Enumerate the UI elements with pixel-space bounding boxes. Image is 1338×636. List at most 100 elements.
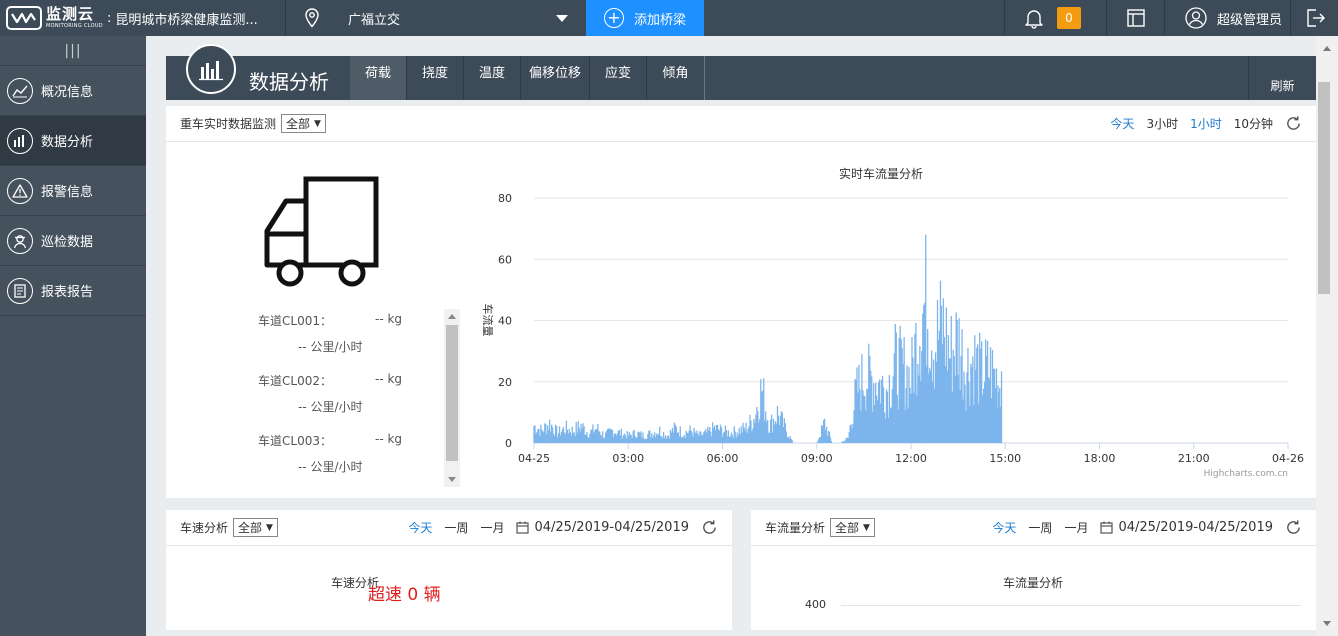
sidebar-item-label: 报表报告 [41,285,94,300]
user-avatar-icon [1185,7,1207,29]
bridge-name: 广福立交 [348,12,401,28]
logout-icon [1306,9,1325,27]
chevron-down-icon: ▼ [863,522,870,533]
scroll-up-icon[interactable] [1323,46,1331,51]
tab-temperature[interactable]: 温度 [464,56,521,100]
top-bar: 监测云 MONITORING CLOUD : 昆明城市桥梁健康监测... 广福立… [0,0,1338,36]
gridline [841,605,1301,606]
notification-button[interactable]: 0 [1004,0,1106,36]
sidebar-collapse-button[interactable]: ||| [0,36,146,66]
notification-badge: 0 [1057,7,1081,29]
page-scrollbar[interactable] [1316,36,1338,636]
sidebar-item-alarm[interactable]: 报警信息 [0,166,146,216]
plus-icon: + [603,8,624,28]
bridge-select[interactable]: 广福立交 [286,0,586,36]
x-tick-label: 12:00 [895,452,927,465]
scroll-down-icon[interactable] [1323,621,1331,626]
calendar-icon [1100,521,1114,534]
bell-icon [1025,10,1043,29]
date-range-text: 04/25/2019-04/25/2019 [1118,520,1273,535]
y-tick-label: 60 [498,253,512,266]
refresh-label: 刷新 [1270,79,1295,93]
filter-today[interactable]: 今天 [992,519,1016,536]
x-tick-label: 04-26 [1272,452,1304,465]
speed-analysis-panel: 车速分析 全部 ▼ 今天 一周 一月 04/25/2019-04/25/2019 … [166,510,732,630]
app-title: 昆明城市桥梁健康监测... [115,12,258,28]
logout-button[interactable] [1290,0,1338,36]
reload-icon[interactable] [701,519,718,536]
y-tick-label: 80 [498,192,512,205]
user-menu[interactable]: 超级管理员 [1164,0,1290,36]
sidebar-item-inspection[interactable]: 巡检数据 [0,216,146,266]
y-tick-label: 40 [498,315,512,328]
chart-line-icon [7,77,33,104]
logo-sub: MONITORING CLOUD [46,23,103,29]
filter-week[interactable]: 一周 [444,519,468,536]
tab-bar: 荷载 挠度 温度 偏移位移 应变 倾角 [350,56,705,100]
flow-lane-select[interactable]: 全部 ▼ [830,518,875,537]
filter-month[interactable]: 一月 [480,519,504,536]
heavy-vehicle-panel: 重车实时数据监测 全部 ▼ 今天 3小时 1小时 10分钟 车道CL001： -… [166,106,1316,498]
refresh-button[interactable]: 刷新 [1248,56,1316,100]
sidebar-item-data-analysis[interactable]: 数据分析 [0,116,146,166]
select-value: 全部 [238,521,263,535]
panel-title: 车速分析 [180,521,229,535]
window-icon [1126,9,1145,27]
chart-credit: Highcharts.com.cn [1204,469,1288,479]
x-tick-label: 15:00 [989,452,1021,465]
traffic-flow-chart: 实时车流量分析 车流量 0 20 40 60 80 04-25 03:00 06:00 09:… [481,166,1304,479]
x-tick-label: 04-25 [518,452,550,465]
sidebar-item-reports[interactable]: 报表报告 [0,266,146,316]
logo[interactable]: 监测云 MONITORING CLOUD : 昆明城市桥梁健康监测... [0,0,286,36]
reload-icon[interactable] [1285,519,1302,536]
flow-chart-title: 车流量分析 [1003,576,1064,590]
date-range-picker[interactable]: 04/25/2019-04/25/2019 [1100,520,1273,535]
sidebar-item-label: 巡检数据 [41,235,94,250]
x-tick-label: 09:00 [801,452,833,465]
window-button[interactable] [1106,0,1164,36]
y-axis-label: 车流量 [481,304,495,337]
x-tick-label: 18:00 [1084,452,1116,465]
bar-chart-icon [7,127,33,154]
tab-load[interactable]: 荷载 [350,56,407,100]
chevron-down-icon: ▼ [266,522,273,533]
inspector-icon [7,227,33,254]
scroll-thumb[interactable] [1318,82,1330,294]
tab-displacement[interactable]: 偏移位移 [521,56,590,100]
select-value: 全部 [835,521,860,535]
logo-main: 监测云 [46,5,95,23]
date-range-picker[interactable]: 04/25/2019-04/25/2019 [516,520,689,535]
y-tick-label: 0 [505,437,512,450]
speed-lane-select[interactable]: 全部 ▼ [233,518,278,537]
panel-header: 车流量分析 全部 ▼ 今天 一周 一月 04/25/2019-04/25/2019 [751,510,1316,546]
tab-deflection[interactable]: 挠度 [407,56,464,100]
warning-icon [7,177,33,204]
sidebar-item-label: 报警信息 [41,185,94,200]
add-bridge-button[interactable]: + 添加桥梁 [586,0,704,36]
x-tick-label: 03:00 [612,452,644,465]
time-filters: 今天 一周 一月 04/25/2019-04/25/2019 [992,519,1302,536]
user-name: 超级管理员 [1217,12,1283,28]
tab-inclination[interactable]: 倾角 [647,56,705,100]
logo-separator: : [106,10,112,26]
overspeed-count: 超速 0 辆 [368,585,441,605]
filter-week[interactable]: 一周 [1028,519,1052,536]
page-title: 数据分析 [249,70,329,94]
sidebar: ||| 概况信息 数据分析 报警信息 巡检数据 报表报告 [0,36,146,636]
x-tick-label: 06:00 [707,452,739,465]
report-icon [7,277,33,304]
main-content: 数据分析 荷载 挠度 温度 偏移位移 应变 倾角 刷新 重车实时数据监测 全部 ▼… [146,36,1316,636]
time-filters: 今天 一周 一月 04/25/2019-04/25/2019 [408,519,718,536]
bar-chart-icon [186,44,236,94]
date-range-text: 04/25/2019-04/25/2019 [534,520,689,535]
sidebar-item-overview[interactable]: 概况信息 [0,66,146,116]
add-bridge-label: 添加桥梁 [633,12,686,28]
filter-month[interactable]: 一月 [1064,519,1088,536]
section-header: 数据分析 荷载 挠度 温度 偏移位移 应变 倾角 刷新 [166,44,1316,100]
flow-y-tick: 400 [805,598,826,611]
chevron-down-icon [556,15,568,22]
tab-strain[interactable]: 应变 [590,56,647,100]
logo-text: 监测云 MONITORING CLOUD [46,7,103,29]
logo-mark-icon [6,6,42,30]
filter-today[interactable]: 今天 [408,519,432,536]
